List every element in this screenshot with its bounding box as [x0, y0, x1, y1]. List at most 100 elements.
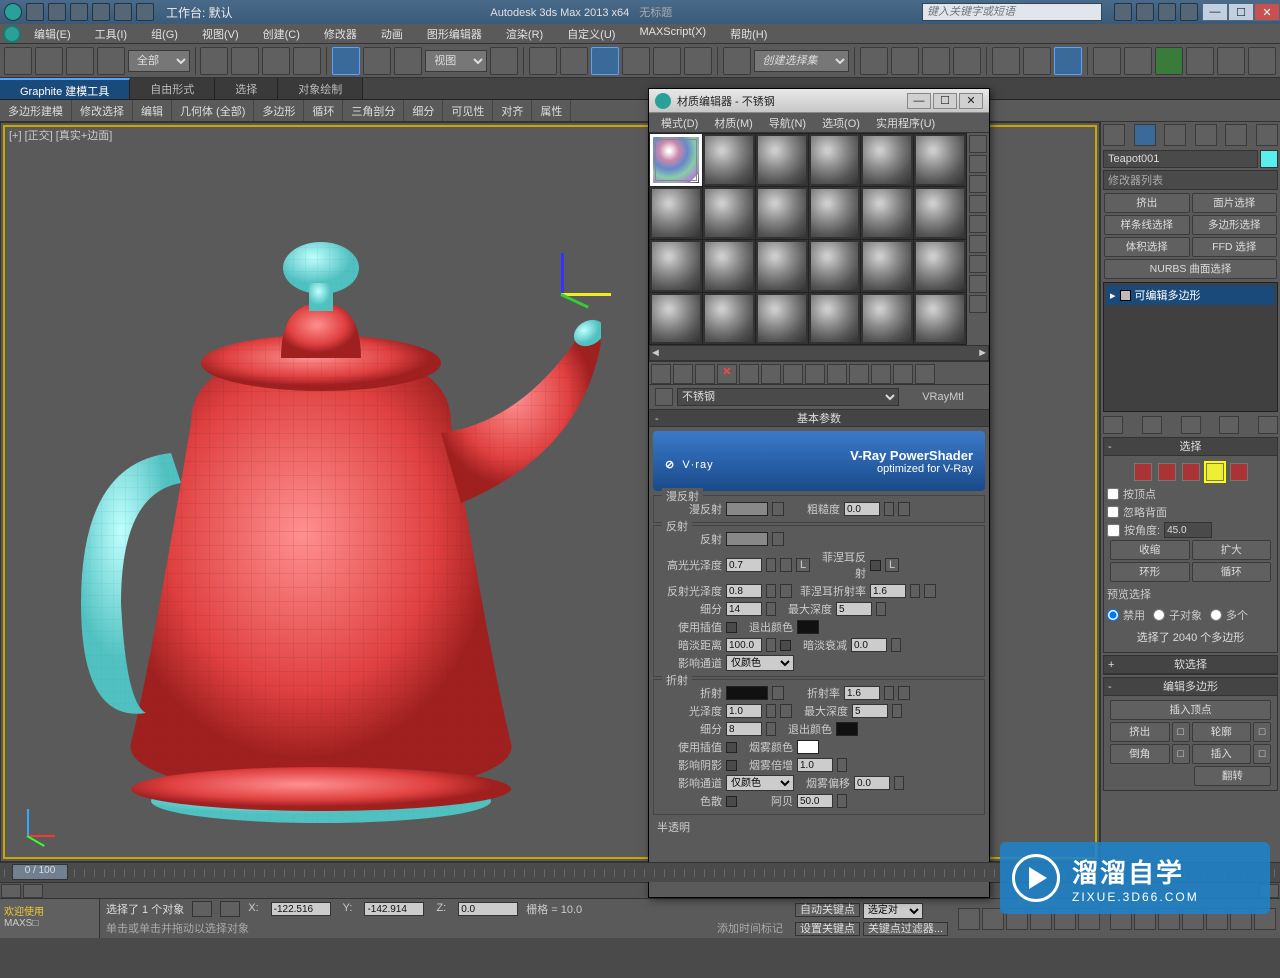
preview-subobj-radio[interactable]	[1153, 609, 1165, 621]
mat-menu-modes[interactable]: 模式(D)	[653, 113, 706, 132]
reflect-color[interactable]	[726, 532, 768, 546]
refl-subdiv-spinner[interactable]	[726, 602, 762, 616]
mat-menu-nav[interactable]: 导航(N)	[761, 113, 814, 132]
ribbon-poly-model[interactable]: 多边形建模	[0, 100, 72, 121]
maximize-button[interactable]: ☐	[1228, 3, 1254, 21]
menu-graph[interactable]: 图形编辑器	[415, 24, 494, 43]
material-type-button[interactable]: VRayMtl	[903, 391, 983, 403]
pick-material-icon[interactable]	[655, 388, 673, 406]
shrink-button[interactable]: 收缩	[1110, 540, 1190, 560]
teapot-render-icon[interactable]	[1217, 47, 1245, 75]
selection-filter[interactable]: 全部	[128, 50, 190, 72]
mat-menu-material[interactable]: 材质(M)	[706, 113, 761, 132]
subobj-vertex-icon[interactable]	[1134, 463, 1152, 481]
backlight-icon[interactable]	[969, 155, 987, 173]
mat-menu-options[interactable]: 选项(O)	[814, 113, 868, 132]
scale-icon[interactable]	[394, 47, 422, 75]
dim-dist-spinner[interactable]	[726, 638, 762, 652]
by-angle-check[interactable]	[1107, 524, 1120, 537]
frame-slider[interactable]: 0 / 100	[12, 864, 68, 880]
spinner-snap-icon[interactable]	[684, 47, 712, 75]
btn-extrude-mod[interactable]: 挤出	[1104, 193, 1190, 213]
mat-slot[interactable]	[861, 293, 913, 345]
rotate-icon[interactable]	[363, 47, 391, 75]
unlink-icon[interactable]	[97, 47, 125, 75]
mat-slot[interactable]	[914, 293, 966, 345]
snap-angle-icon[interactable]	[622, 47, 650, 75]
qat-save-icon[interactable]	[70, 3, 88, 21]
btn-vol-sel[interactable]: 体积选择	[1104, 237, 1190, 257]
lock-hilight[interactable]: L	[796, 558, 810, 572]
mat-map-nav-icon[interactable]	[969, 295, 987, 313]
material-name-input[interactable]: 不锈钢	[677, 388, 899, 406]
mat-maximize[interactable]: ☐	[933, 93, 957, 109]
config-icon[interactable]	[1258, 416, 1278, 434]
fresnel-ior-spinner[interactable]	[870, 584, 906, 598]
go-parent-icon[interactable]	[871, 364, 891, 384]
options-icon[interactable]	[969, 255, 987, 273]
menu-customize[interactable]: 自定义(U)	[555, 24, 627, 43]
refr-interp-check[interactable]	[726, 742, 737, 753]
subobj-element-icon[interactable]	[1230, 463, 1248, 481]
ribbon-geom[interactable]: 几何体 (全部)	[172, 100, 254, 121]
refl-maxd-spinner[interactable]	[836, 602, 872, 616]
show-end-icon[interactable]	[849, 364, 869, 384]
roughness-spinner[interactable]	[844, 502, 880, 516]
subobj-polygon-icon[interactable]	[1206, 463, 1224, 481]
ignore-back-check[interactable]	[1107, 506, 1119, 518]
teapot-iterate-icon[interactable]	[1248, 47, 1276, 75]
x-coord-input[interactable]	[271, 902, 331, 916]
fog-mult-spinner[interactable]	[797, 758, 833, 772]
ribbon-tab-paint[interactable]: 对象绘制	[278, 78, 363, 99]
inset-button[interactable]: 插入	[1192, 744, 1252, 764]
refl-gloss-spinner[interactable]	[726, 584, 762, 598]
fresnel-check[interactable]	[870, 560, 881, 571]
refr-gloss-spinner[interactable]	[726, 704, 762, 718]
btn-patch-sel[interactable]: 面片选择	[1192, 193, 1278, 213]
setkey-button[interactable]: 设置关键点	[795, 922, 860, 936]
refl-exit-color[interactable]	[797, 620, 819, 634]
unique-icon[interactable]	[1181, 416, 1201, 434]
hierarchy-tab-icon[interactable]	[1164, 124, 1186, 146]
object-color[interactable]	[1260, 150, 1278, 168]
dim-fall-spinner[interactable]	[851, 638, 887, 652]
mat-slot[interactable]	[809, 134, 861, 186]
refl-affect-select[interactable]: 仅颜色	[726, 655, 794, 671]
affect-shadow-check[interactable]	[726, 760, 737, 771]
go-sibling-icon[interactable]	[893, 364, 913, 384]
hilight-gloss-spinner[interactable]	[726, 558, 762, 572]
ribbon-modify-sel[interactable]: 修改选择	[72, 100, 133, 121]
subobj-edge-icon[interactable]	[1158, 463, 1176, 481]
qat-new-icon[interactable]	[26, 3, 44, 21]
make-unique-icon[interactable]	[761, 364, 781, 384]
preview-off-radio[interactable]	[1107, 609, 1119, 621]
subobj-border-icon[interactable]	[1182, 463, 1200, 481]
mat-slot[interactable]	[809, 293, 861, 345]
layers-icon[interactable]	[922, 47, 950, 75]
put-to-scene-icon[interactable]	[673, 364, 693, 384]
pivot-icon[interactable]	[490, 47, 518, 75]
mat-slot[interactable]	[861, 134, 913, 186]
menu-maxscript[interactable]: MAXScript(X)	[627, 24, 718, 43]
menu-render[interactable]: 渲染(R)	[494, 24, 555, 43]
sample-uv-icon[interactable]	[969, 195, 987, 213]
object-name-input[interactable]	[1103, 150, 1258, 168]
qat-project-icon[interactable]	[136, 3, 154, 21]
ring-button[interactable]: 环形	[1110, 562, 1190, 582]
btn-ffd-sel[interactable]: FFD 选择	[1192, 237, 1278, 257]
qat-redo-icon[interactable]	[114, 3, 132, 21]
mat-close[interactable]: ✕	[959, 93, 983, 109]
mat-slot[interactable]	[650, 240, 702, 292]
display-tab-icon[interactable]	[1225, 124, 1247, 146]
mat-slot[interactable]	[703, 240, 755, 292]
dispersion-check[interactable]	[726, 796, 737, 807]
get-material-icon[interactable]	[651, 364, 671, 384]
render-setup-icon[interactable]	[1093, 47, 1121, 75]
dim-check[interactable]	[780, 640, 791, 651]
lock-selection-icon[interactable]	[192, 901, 212, 917]
help-icon[interactable]	[1180, 3, 1198, 21]
select-region-icon[interactable]	[262, 47, 290, 75]
keyboard-icon[interactable]	[560, 47, 588, 75]
window-crossing-icon[interactable]	[293, 47, 321, 75]
menu-help[interactable]: 帮助(H)	[718, 24, 779, 43]
